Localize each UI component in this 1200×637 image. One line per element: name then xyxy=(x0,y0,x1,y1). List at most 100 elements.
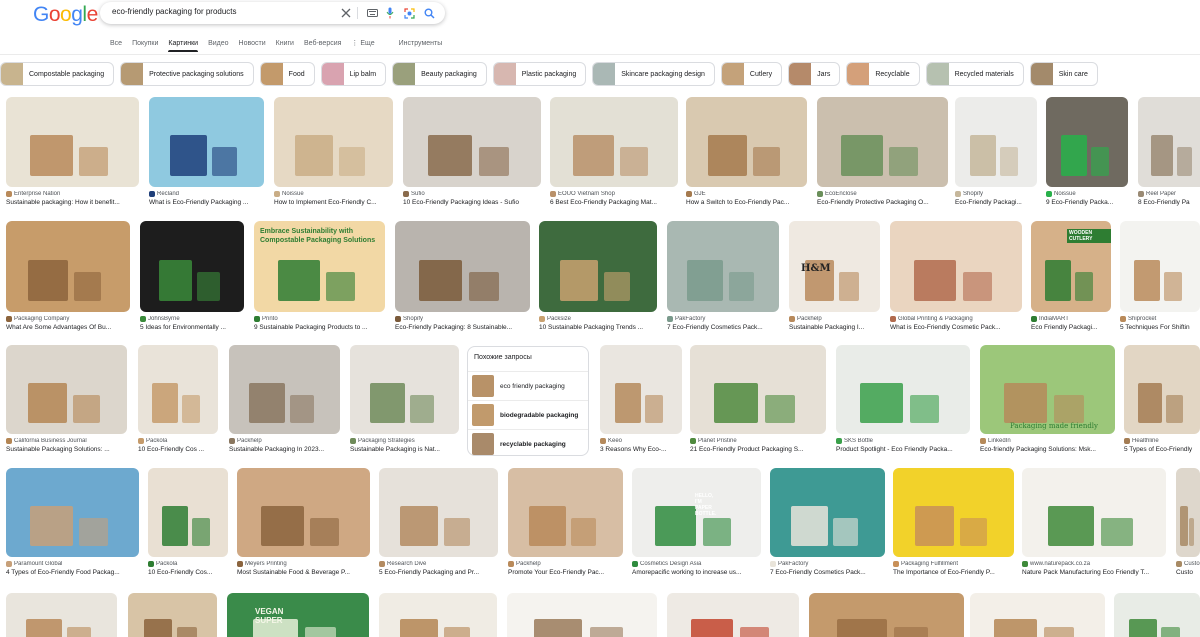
result-caption[interactable]: How a Switch to Eco-Friendly Pac... xyxy=(686,199,807,206)
result-thumbnail[interactable] xyxy=(403,97,541,187)
image-result[interactable] xyxy=(507,593,657,637)
result-thumbnail[interactable] xyxy=(539,221,657,312)
result-thumbnail[interactable] xyxy=(395,221,530,312)
search-input[interactable]: eco-friendly packaging for products xyxy=(112,7,237,16)
related-search-item[interactable]: biodegradable packaging xyxy=(468,400,588,429)
result-source[interactable]: JohnsByrne xyxy=(140,316,244,322)
tab-6[interactable]: Веб-версия xyxy=(304,38,341,52)
result-thumbnail[interactable] xyxy=(379,468,498,557)
result-source[interactable]: Noissue xyxy=(1046,191,1128,197)
image-result[interactable]: Recland What is Eco-Friendly Packaging ..… xyxy=(149,97,264,206)
result-caption[interactable]: Nature Pack Manufacturing Eco Friendly T… xyxy=(1022,569,1166,576)
result-source[interactable]: Sufio xyxy=(403,191,541,197)
result-source[interactable]: Shiprocket xyxy=(1120,316,1200,322)
result-caption[interactable]: 5 Ideas for Environmentally ... xyxy=(140,324,244,331)
result-caption[interactable]: 7 Eco-Friendly Cosmetics Pack... xyxy=(770,569,885,576)
chip-filter[interactable]: Beauty packaging xyxy=(392,62,487,86)
result-thumbnail[interactable] xyxy=(6,221,130,312)
image-result[interactable]: Packaging Strategies Sustainable Packagin… xyxy=(350,345,459,453)
result-source[interactable]: Packaging Fulfillment xyxy=(893,561,1014,567)
chip-filter[interactable]: Recyclable xyxy=(846,62,920,86)
result-thumbnail[interactable] xyxy=(128,593,217,637)
result-source[interactable]: California Business Journal xyxy=(6,438,127,444)
clear-icon[interactable] xyxy=(338,5,354,21)
image-result[interactable] xyxy=(1114,593,1200,637)
result-caption[interactable]: Custo xyxy=(1176,569,1200,576)
result-thumbnail[interactable] xyxy=(149,97,264,187)
image-result[interactable]: Shiprocket 5 Techniques For Shiftin xyxy=(1120,221,1200,331)
result-thumbnail[interactable] xyxy=(686,97,807,187)
result-thumbnail[interactable] xyxy=(809,593,964,637)
result-caption[interactable]: What is Eco-Friendly Cosmetic Pack... xyxy=(890,324,1022,331)
microphone-icon[interactable] xyxy=(382,5,398,21)
result-caption[interactable]: What is Eco-Friendly Packaging ... xyxy=(149,199,264,206)
result-source[interactable]: Shopify xyxy=(395,316,530,322)
result-source[interactable]: Custo xyxy=(1176,561,1200,567)
result-thumbnail[interactable] xyxy=(237,468,370,557)
image-result[interactable]: EOUO Vietnam Shop 6 Best Eco-Friendly Pac… xyxy=(550,97,678,206)
image-result[interactable]: Sufio 10 Eco-Friendly Packaging Ideas - S… xyxy=(403,97,541,206)
result-caption[interactable]: 3 Reasons Why Eco-... xyxy=(600,446,682,453)
result-source[interactable]: Packaging Strategies xyxy=(350,438,459,444)
result-caption[interactable]: 4 Types of Eco-Friendly Food Packag... xyxy=(6,569,139,576)
google-logo[interactable]: Google xyxy=(33,3,98,27)
result-source[interactable]: Packola xyxy=(148,561,228,567)
image-result[interactable]: Noissue How to Implement Eco-Friendly C..… xyxy=(274,97,393,206)
result-thumbnail[interactable] xyxy=(770,468,885,557)
result-thumbnail[interactable] xyxy=(508,468,623,557)
result-source[interactable]: Packhelp xyxy=(508,561,623,567)
chip-filter[interactable]: Compostable packaging xyxy=(0,62,115,86)
chip-filter[interactable]: Skincare packaging design xyxy=(592,62,715,86)
result-source[interactable]: Noissue xyxy=(274,191,393,197)
result-thumbnail[interactable] xyxy=(550,97,678,187)
result-source[interactable]: Recland xyxy=(149,191,264,197)
result-caption[interactable]: 7 Eco-Friendly Cosmetics Pack... xyxy=(667,324,779,331)
tab-2[interactable]: Картинки xyxy=(168,38,198,52)
result-thumbnail[interactable]: WOODEN CUTLERY xyxy=(1031,221,1111,312)
tab-3[interactable]: Видео xyxy=(208,38,228,52)
result-thumbnail[interactable] xyxy=(817,97,948,187)
result-thumbnail[interactable] xyxy=(6,468,139,557)
image-result[interactable]: JohnsByrne 5 Ideas for Environmentally ..… xyxy=(140,221,244,331)
result-thumbnail[interactable] xyxy=(1022,468,1166,557)
result-thumbnail[interactable]: H&M xyxy=(789,221,880,312)
result-source[interactable]: Packhelp xyxy=(229,438,340,444)
image-result[interactable]: Noissue 9 Eco-Friendly Packa... xyxy=(1046,97,1128,206)
result-caption[interactable]: How to Implement Eco-Friendly C... xyxy=(274,199,393,206)
result-thumbnail[interactable] xyxy=(890,221,1022,312)
image-result[interactable]: Enterprise Nation Sustainable packaging: … xyxy=(6,97,139,206)
tab-7[interactable]: ⋮ Еще xyxy=(351,38,374,52)
result-caption[interactable]: 6 Best Eco-Friendly Packaging Mat... xyxy=(550,199,678,206)
image-result[interactable]: SKS Bottle Product Spotlight - Eco Friend… xyxy=(836,345,970,453)
result-caption[interactable]: Eco-Friendly Packaging: 8 Sustainable... xyxy=(395,324,530,331)
chip-filter[interactable]: Skin care xyxy=(1029,62,1098,86)
result-source[interactable]: Packsize xyxy=(539,316,657,322)
result-caption[interactable]: Product Spotlight - Eco Friendly Packa..… xyxy=(836,446,970,453)
image-result[interactable]: Packola 10 Eco-Friendly Cos ... xyxy=(138,345,218,453)
result-thumbnail[interactable] xyxy=(140,221,244,312)
result-thumbnail[interactable] xyxy=(1176,468,1200,557)
result-source[interactable]: Printo xyxy=(254,316,385,322)
image-result[interactable]: Packola 10 Eco-Friendly Cos... xyxy=(148,468,228,576)
result-thumbnail[interactable] xyxy=(6,97,139,187)
result-thumbnail[interactable] xyxy=(893,468,1014,557)
image-result[interactable]: Packhelp Sustainable Packaging In 2023... xyxy=(229,345,340,453)
result-source[interactable]: Packaging Company xyxy=(6,316,130,322)
result-source[interactable]: Enterprise Nation xyxy=(6,191,139,197)
image-result[interactable]: Packaging Fulfillment The Importance of E… xyxy=(893,468,1014,576)
result-caption[interactable]: 10 Sustainable Packaging Trends ... xyxy=(539,324,657,331)
result-thumbnail[interactable]: VEGAN SUPER xyxy=(227,593,369,637)
result-thumbnail[interactable] xyxy=(350,345,459,434)
image-result[interactable]: Packhelp Promote Your Eco-Friendly Pac... xyxy=(508,468,623,576)
chip-filter[interactable]: Protective packaging solutions xyxy=(120,62,254,86)
result-thumbnail[interactable] xyxy=(1046,97,1128,187)
result-source[interactable]: Reel Paper xyxy=(1138,191,1200,197)
result-thumbnail[interactable] xyxy=(274,97,393,187)
image-result[interactable]: EcoEnclose Eco-Friendly Protective Packag… xyxy=(817,97,948,206)
result-caption[interactable]: 21 Eco-Friendly Product Packaging S... xyxy=(690,446,826,453)
result-source[interactable]: Research Dive xyxy=(379,561,498,567)
result-thumbnail[interactable] xyxy=(507,593,657,637)
result-caption[interactable]: Sustainable packaging: How it benefit... xyxy=(6,199,139,206)
image-result[interactable]: HELLO, I'M PAPER BOTTLE. Cosmetics Design… xyxy=(632,468,761,576)
related-search-item[interactable]: eco friendly packaging xyxy=(468,371,588,400)
